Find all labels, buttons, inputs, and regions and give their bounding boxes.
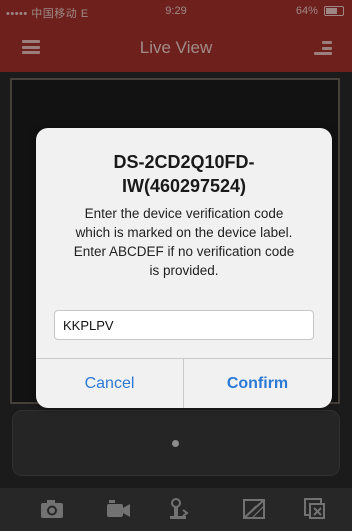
dialog-message-line: Enter ABCDEF if no verification code <box>73 244 295 259</box>
dialog-message: Enter the device verification code which… <box>48 204 320 280</box>
verification-dialog: DS-2CD2Q10FD- IW(460297524) Enter the de… <box>36 128 332 408</box>
dialog-title-line: DS-2CD2Q10FD- <box>113 152 255 172</box>
dialog-title-line: IW(460297524) <box>121 176 247 196</box>
dialog-message-line: which is marked on the device label. <box>75 225 293 240</box>
cancel-button[interactable]: Cancel <box>36 359 184 408</box>
dialog-button-row: Cancel Confirm <box>36 358 332 408</box>
dialog-message-line: is provided. <box>149 263 219 278</box>
dialog-title: DS-2CD2Q10FD- IW(460297524) <box>46 150 322 198</box>
confirm-button[interactable]: Confirm <box>184 359 331 408</box>
dialog-message-line: Enter the device verification code <box>84 206 284 221</box>
verification-code-input[interactable] <box>54 310 314 340</box>
